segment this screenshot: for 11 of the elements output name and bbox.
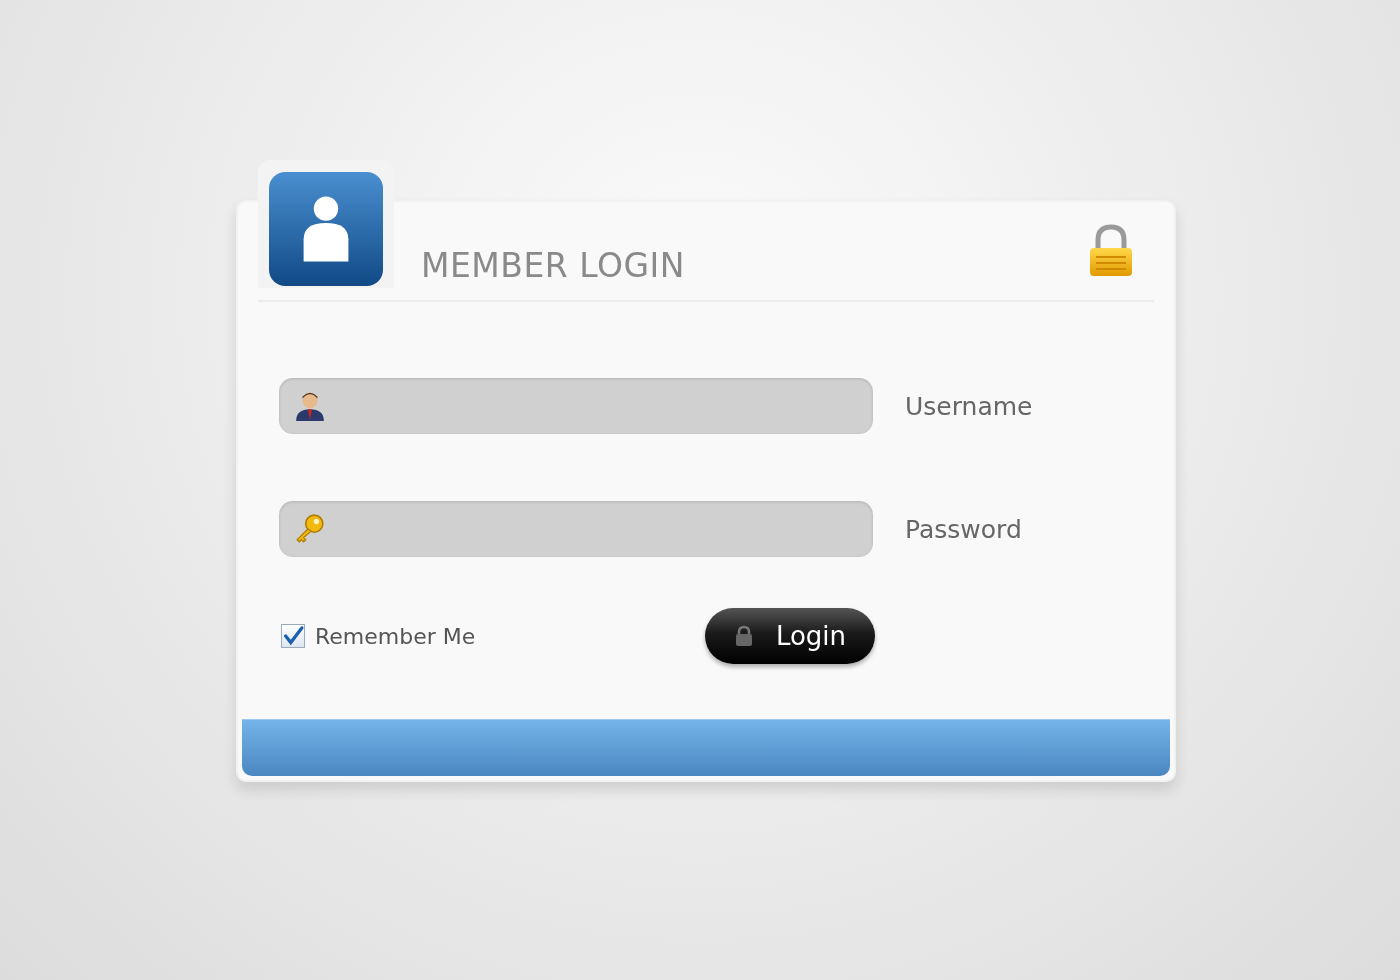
remember-checkbox[interactable]: Remember Me <box>279 623 476 649</box>
field-label: Username <box>905 391 1033 421</box>
checkbox[interactable] <box>281 624 305 648</box>
form-title: MEMBER LOGIN <box>421 249 685 282</box>
padlock-icon <box>733 625 754 647</box>
person-icon <box>294 390 326 422</box>
username-field[interactable] <box>279 378 873 434</box>
password-field[interactable] <box>279 501 873 557</box>
login-button[interactable]: Login <box>705 608 875 664</box>
field-label: Password <box>905 514 1022 544</box>
key-icon <box>294 513 326 545</box>
